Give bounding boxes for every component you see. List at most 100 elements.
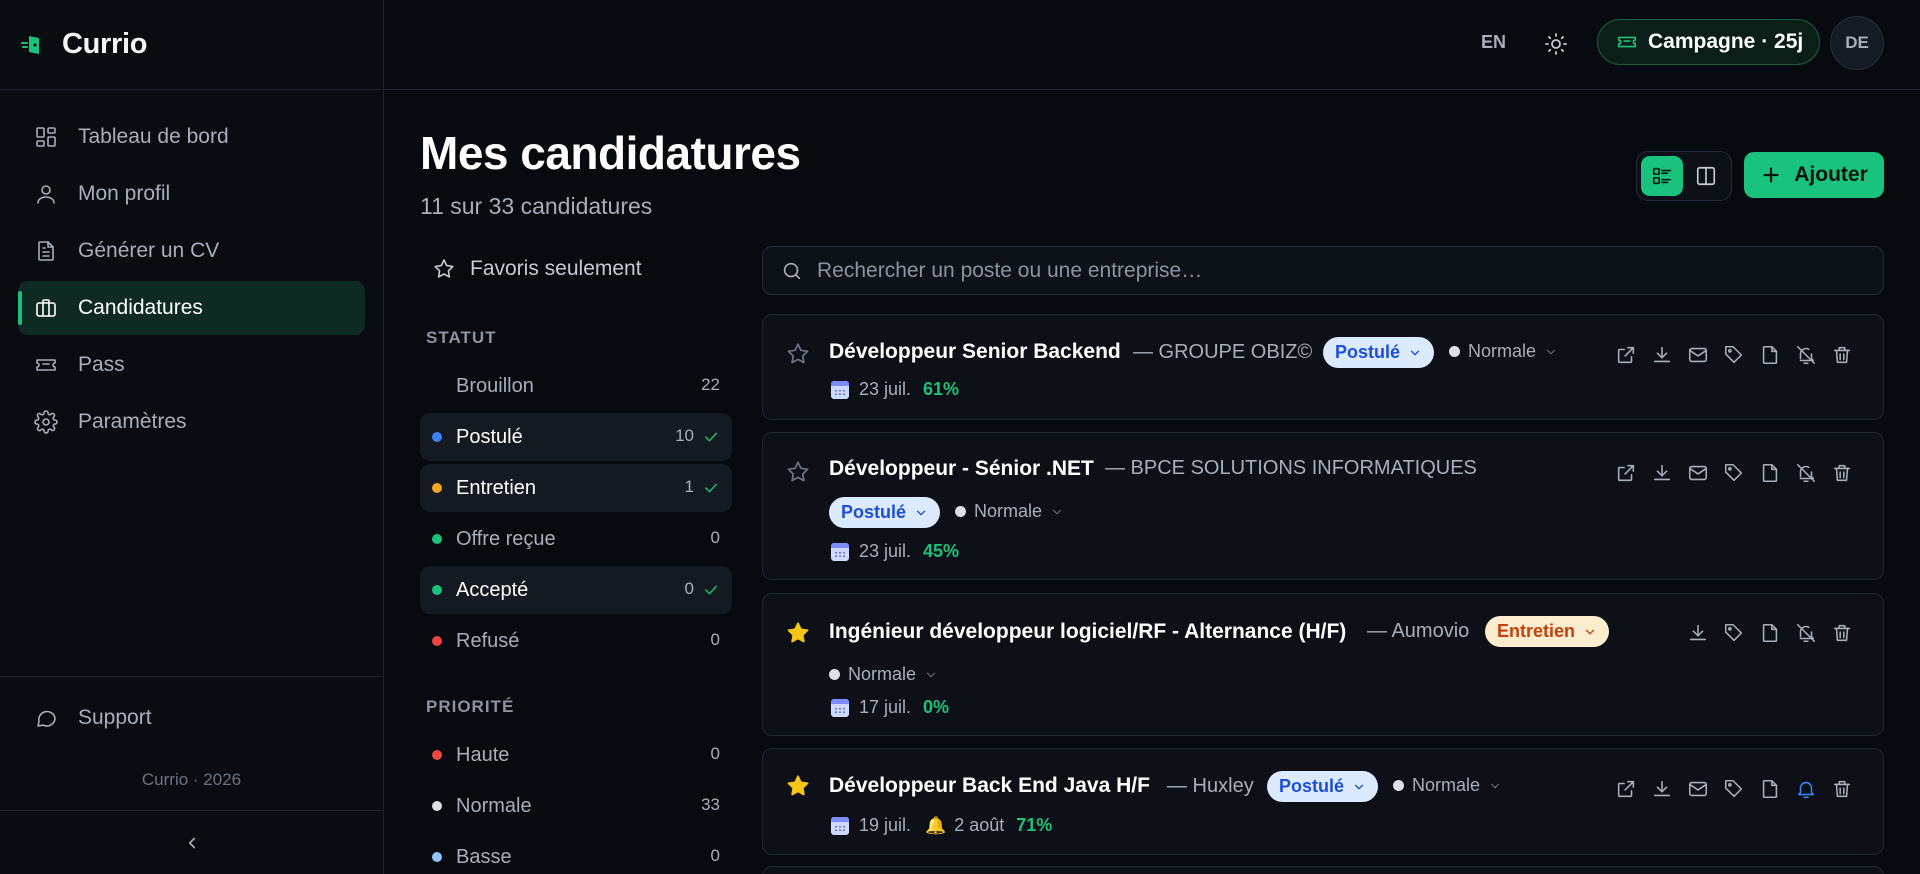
status-dropdown[interactable]: Postulé (829, 497, 941, 528)
split-view-button[interactable] (1685, 156, 1727, 196)
priority-dropdown[interactable]: Normale (829, 664, 938, 685)
reminder-button[interactable] (1795, 622, 1817, 644)
status-filter-postule[interactable]: Postulé 10 (420, 413, 732, 461)
status-filter-entretien[interactable]: Entretien 1 (420, 464, 732, 512)
delete-button[interactable] (1831, 462, 1853, 484)
tag-button[interactable] (1723, 462, 1745, 484)
status-label: Postulé (1279, 776, 1345, 796)
favorite-toggle[interactable] (785, 341, 811, 367)
open-link-button[interactable] (1615, 462, 1637, 484)
reminder-button[interactable] (1795, 462, 1817, 484)
job-title[interactable]: Développeur - Sénior .NET (829, 457, 1094, 481)
status-dropdown[interactable]: Entretien (1485, 616, 1610, 647)
priority-filter-basse[interactable]: Basse 0 (420, 833, 732, 874)
email-button[interactable] (1687, 462, 1709, 484)
priority-dropdown[interactable]: Normale (955, 501, 1064, 522)
sidebar-item-label: Candidatures (78, 296, 203, 319)
tag-button[interactable] (1723, 622, 1745, 644)
delete-button[interactable] (1831, 778, 1853, 800)
page-subtitle: 11 sur 33 candidatures (420, 193, 653, 219)
download-button[interactable] (1651, 462, 1673, 484)
status-filter-refuse[interactable]: Refusé 0 (420, 617, 732, 665)
campaign-badge[interactable]: Campagne · 25j (1597, 19, 1820, 65)
priority-label: Normale (1412, 775, 1481, 795)
sidebar-item-pass[interactable]: Pass (18, 338, 365, 392)
status-count: 10 (675, 426, 694, 445)
email-button[interactable] (1687, 344, 1709, 366)
delete-button[interactable] (1831, 622, 1853, 644)
tag-button[interactable] (1723, 344, 1745, 366)
job-title[interactable]: Ingénieur développeur logiciel/RF - Alte… (829, 620, 1346, 644)
notes-button[interactable] (1759, 622, 1781, 644)
theme-toggle[interactable] (1544, 32, 1568, 56)
download-button[interactable] (1651, 344, 1673, 366)
priority-dropdown[interactable]: Normale (1393, 775, 1502, 796)
notes-button[interactable] (1759, 462, 1781, 484)
list-view-button[interactable] (1641, 156, 1683, 196)
avatar[interactable]: DE (1830, 16, 1884, 70)
copyright: Currio · 2026 (141, 770, 242, 789)
reminder-date: 🔔 2 août (925, 815, 1004, 836)
status-filter-brouillon[interactable]: Brouillon 22 (420, 362, 732, 410)
download-button[interactable] (1687, 622, 1709, 644)
collapse-sidebar-button[interactable] (0, 810, 383, 874)
status-filter-accepte[interactable]: Accepté 0 (420, 566, 732, 614)
support-link[interactable]: Support (34, 706, 152, 730)
download-button[interactable] (1651, 778, 1673, 800)
reminder-button[interactable] (1795, 778, 1817, 800)
search-input[interactable] (817, 258, 1817, 283)
sidebar-item-settings[interactable]: Paramètres (18, 395, 365, 449)
match-score: 45% (923, 541, 960, 561)
status-dropdown[interactable]: Postulé (1267, 771, 1379, 802)
status-label: Postulé (1335, 342, 1401, 362)
dashboard-icon (36, 127, 56, 147)
status-dot (432, 534, 442, 544)
notes-button[interactable] (1759, 778, 1781, 800)
email-button[interactable] (1687, 778, 1709, 800)
sidebar-item-applications[interactable]: Candidatures (18, 281, 365, 335)
delete-button[interactable] (1831, 344, 1853, 366)
favorite-toggle[interactable] (785, 459, 811, 485)
status-filter-offre-recue[interactable]: Offre reçue 0 (420, 515, 732, 563)
add-application-button[interactable]: Ajouter (1744, 152, 1884, 198)
status-dropdown[interactable]: Postulé (1323, 337, 1435, 368)
add-label: Ajouter (1794, 163, 1868, 186)
open-link-button[interactable] (1615, 344, 1637, 366)
status-filter-label: Brouillon (456, 374, 534, 397)
status-count: 22 (701, 375, 720, 394)
sidebar-item-label: Tableau de bord (78, 125, 229, 148)
language-toggle[interactable]: EN (1481, 32, 1506, 53)
view-toggle (1636, 151, 1732, 201)
file-icon (1762, 623, 1778, 643)
notes-button[interactable] (1759, 344, 1781, 366)
favorite-toggle[interactable] (785, 620, 811, 646)
application-card[interactable] (762, 866, 1884, 874)
application-card[interactable]: Développeur Senior Backend — GROUPE OBIZ… (762, 314, 1884, 420)
application-card[interactable]: Ingénieur développeur logiciel/RF - Alte… (762, 593, 1884, 736)
reminder-button[interactable] (1795, 344, 1817, 366)
open-link-button[interactable] (1615, 778, 1637, 800)
priority-dropdown[interactable]: Normale (1449, 341, 1558, 362)
job-title[interactable]: Développeur Senior Backend (829, 340, 1121, 364)
page-title: Mes candidatures (420, 127, 801, 179)
bell-off-icon (1796, 623, 1816, 643)
favorites-filter[interactable]: Favoris seulement (432, 257, 642, 281)
favorite-toggle[interactable] (785, 773, 811, 799)
priority-label: Normale (848, 664, 917, 684)
brand[interactable]: Currio (0, 0, 383, 90)
sidebar-item-label: Générer un CV (78, 239, 220, 262)
application-card[interactable]: Développeur - Sénior .NET — BPCE SOLUTIO… (762, 432, 1884, 580)
briefcase-icon (36, 299, 56, 317)
company-name: — Aumovio (1367, 620, 1470, 642)
priority-filter-haute[interactable]: Haute 0 (420, 731, 732, 779)
sidebar-item-dashboard[interactable]: Tableau de bord (18, 110, 365, 164)
card-meta: 19 juil. 🔔 2 août 71% (831, 815, 1052, 836)
priority-filter-normale[interactable]: Normale 33 (420, 782, 732, 830)
application-card[interactable]: Développeur Back End Java H/F — Huxley P… (762, 748, 1884, 855)
sidebar-item-profile[interactable]: Mon profil (18, 167, 365, 221)
job-title[interactable]: Développeur Back End Java H/F (829, 774, 1150, 798)
ticket-icon (36, 359, 56, 371)
sidebar-item-generate-cv[interactable]: Générer un CV (18, 224, 365, 278)
tag-button[interactable] (1723, 778, 1745, 800)
status-count: 0 (710, 528, 720, 547)
